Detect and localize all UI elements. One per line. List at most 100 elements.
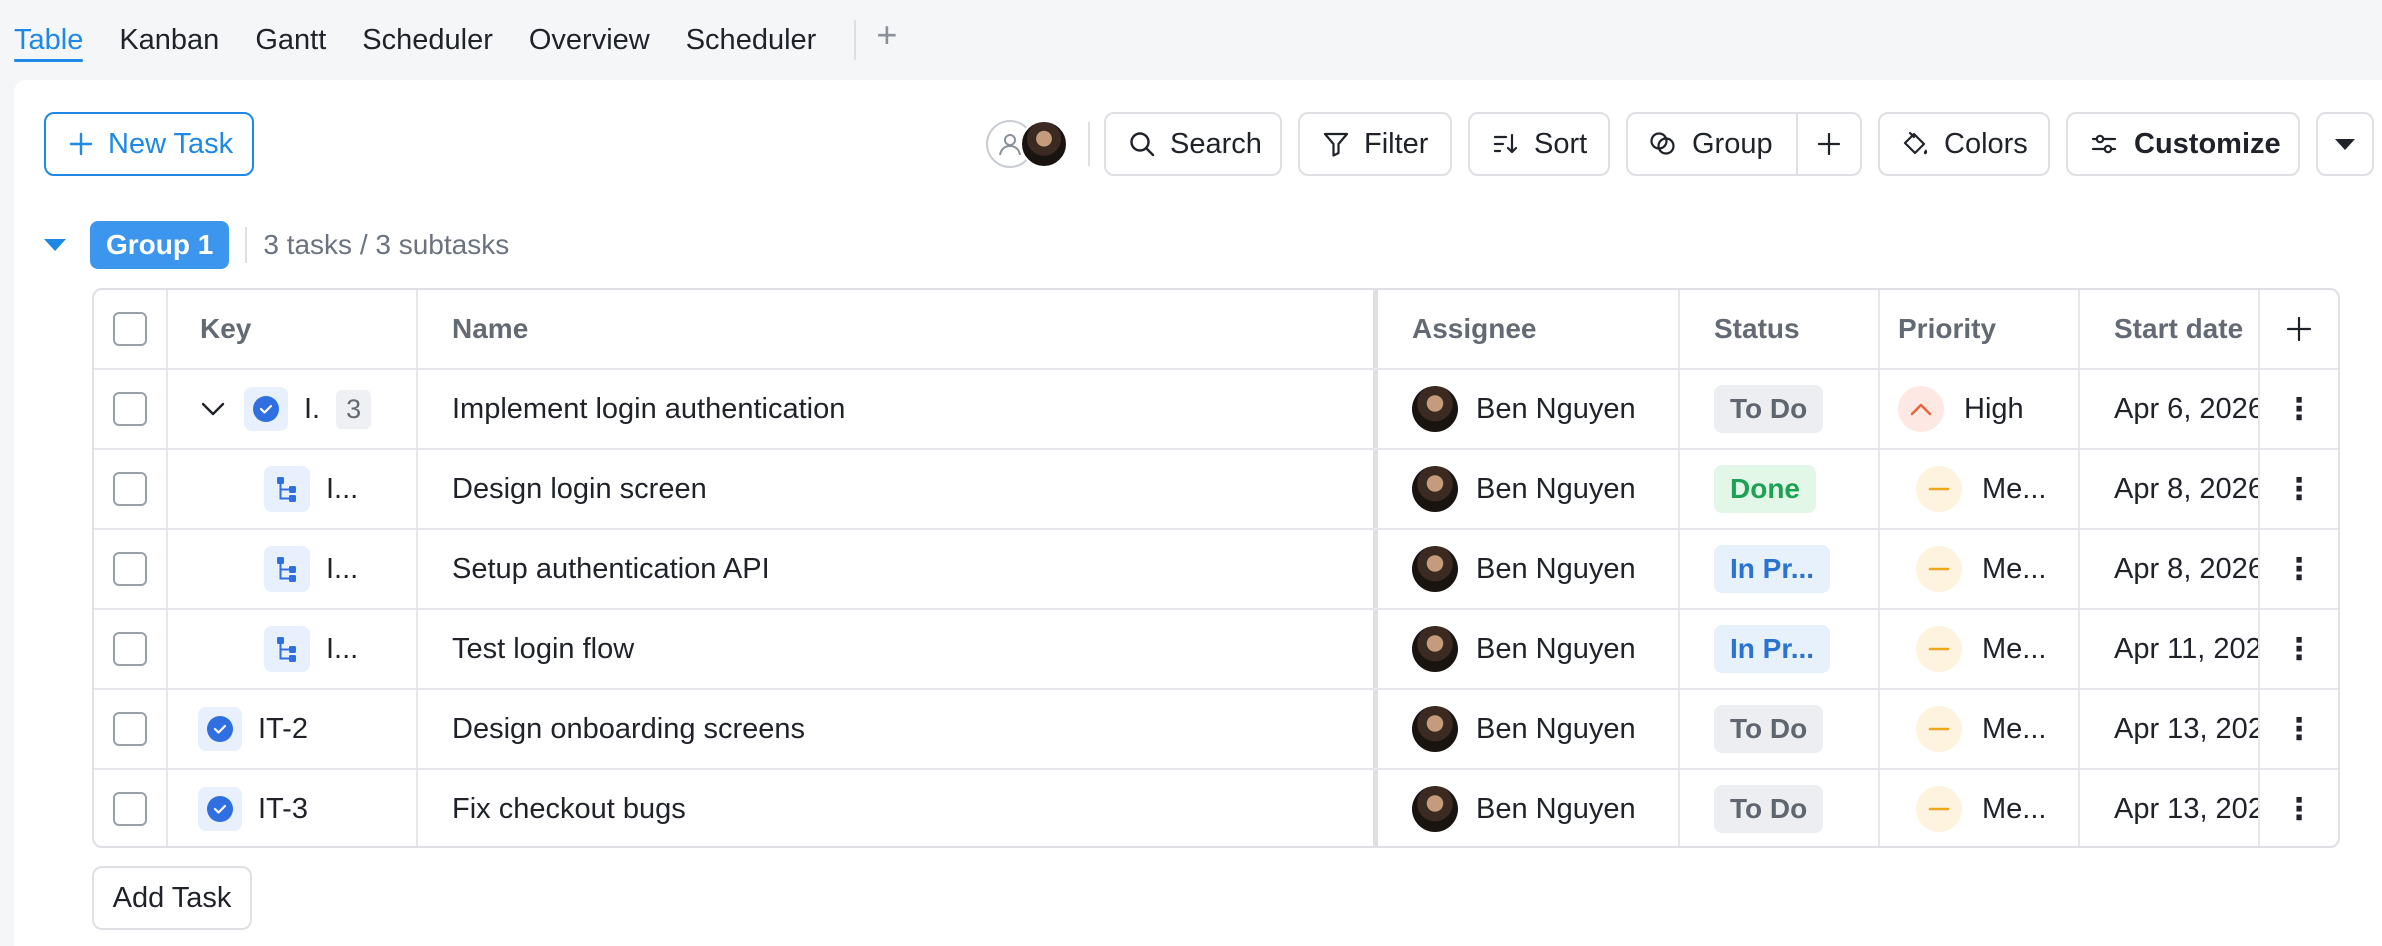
- sort-icon: [1492, 130, 1520, 158]
- task-key[interactable]: IT-2: [258, 713, 308, 746]
- status-cell[interactable]: In Pr...: [1680, 530, 1880, 608]
- row-checkbox[interactable]: [113, 392, 147, 426]
- colors-label: Colors: [1944, 127, 2028, 160]
- table-row[interactable]: I. 3 Implement login authentication Ben …: [94, 370, 2338, 450]
- priority-cell[interactable]: Me...: [1880, 770, 2080, 846]
- assignee-cell[interactable]: Ben Nguyen: [1378, 450, 1680, 528]
- start-date[interactable]: Apr 13, 202: [2080, 690, 2260, 768]
- assignee-name: Ben Nguyen: [1476, 472, 1636, 505]
- tab-gantt[interactable]: Gantt: [237, 0, 344, 66]
- start-date[interactable]: Apr 8, 2026: [2080, 530, 2260, 608]
- assignee-name: Ben Nguyen: [1476, 392, 1636, 425]
- row-checkbox[interactable]: [113, 712, 147, 746]
- row-checkbox[interactable]: [113, 472, 147, 506]
- add-group-icon[interactable]: [1796, 114, 1862, 174]
- status-badge: To Do: [1714, 705, 1824, 753]
- avatar: [1412, 546, 1458, 592]
- start-date[interactable]: Apr 13, 202: [2080, 770, 2260, 846]
- status-cell[interactable]: Done: [1680, 450, 1880, 528]
- column-header-priority[interactable]: Priority: [1880, 290, 2080, 368]
- status-cell[interactable]: To Do: [1680, 770, 1880, 846]
- table-row[interactable]: I... Test login flow Ben Nguyen In Pr...…: [94, 610, 2338, 690]
- priority-cell[interactable]: Me...: [1880, 530, 2080, 608]
- task-name[interactable]: Design onboarding screens: [418, 690, 1378, 768]
- task-key[interactable]: IT-3: [258, 793, 308, 826]
- colors-button[interactable]: Colors: [1878, 112, 2050, 176]
- column-header-assignee[interactable]: Assignee: [1378, 290, 1680, 368]
- assignee-cell[interactable]: Ben Nguyen: [1378, 770, 1680, 846]
- select-all-cell: [94, 290, 168, 368]
- group-badge[interactable]: Group 1: [90, 221, 230, 269]
- group-button[interactable]: Group: [1626, 112, 1862, 176]
- priority-cell[interactable]: Me...: [1880, 450, 2080, 528]
- column-header-status[interactable]: Status: [1680, 290, 1880, 368]
- member-avatars[interactable]: [986, 120, 1076, 170]
- table-row[interactable]: IT-2 Design onboarding screens Ben Nguye…: [94, 690, 2338, 770]
- row-more-icon[interactable]: ⋮: [2260, 530, 2338, 608]
- row-checkbox[interactable]: [113, 552, 147, 586]
- subtask-icon: [264, 466, 310, 512]
- tab-table[interactable]: Table: [14, 0, 101, 66]
- priority-cell[interactable]: Me...: [1880, 610, 2080, 688]
- add-task-button[interactable]: Add Task: [92, 866, 252, 930]
- status-cell[interactable]: To Do: [1680, 690, 1880, 768]
- select-all-checkbox[interactable]: [113, 312, 147, 346]
- assignee-cell[interactable]: Ben Nguyen: [1378, 610, 1680, 688]
- row-more-icon[interactable]: ⋮: [2260, 690, 2338, 768]
- task-key[interactable]: I...: [326, 473, 358, 506]
- new-task-button[interactable]: New Task: [44, 112, 254, 176]
- chevron-down-icon[interactable]: [200, 400, 226, 418]
- table-row[interactable]: I... Design login screen Ben Nguyen Done…: [94, 450, 2338, 530]
- row-more-icon[interactable]: ⋮: [2260, 370, 2338, 448]
- search-button[interactable]: Search: [1104, 112, 1282, 176]
- start-date[interactable]: Apr 8, 2026: [2080, 450, 2260, 528]
- sort-button[interactable]: Sort: [1468, 112, 1610, 176]
- task-key[interactable]: I.: [304, 393, 320, 426]
- customize-button[interactable]: Customize: [2066, 112, 2300, 176]
- task-key[interactable]: I...: [326, 633, 358, 666]
- row-more-icon[interactable]: ⋮: [2260, 450, 2338, 528]
- column-header-name[interactable]: Name: [418, 290, 1378, 368]
- caret-down-icon: [2333, 136, 2357, 152]
- task-name[interactable]: Design login screen: [418, 450, 1378, 528]
- key-cell: IT-2: [168, 690, 418, 768]
- tab-scheduler[interactable]: Scheduler: [344, 0, 511, 66]
- start-date[interactable]: Apr 6, 2026: [2080, 370, 2260, 448]
- priority-medium-icon: [1916, 626, 1962, 672]
- task-name[interactable]: Test login flow: [418, 610, 1378, 688]
- start-date[interactable]: Apr 11, 202: [2080, 610, 2260, 688]
- task-name[interactable]: Implement login authentication: [418, 370, 1378, 448]
- status-cell[interactable]: In Pr...: [1680, 610, 1880, 688]
- add-view-icon[interactable]: +: [870, 0, 897, 56]
- column-header-key[interactable]: Key: [168, 290, 418, 368]
- table-row[interactable]: IT-3 Fix checkout bugs Ben Nguyen To Do …: [94, 770, 2338, 846]
- task-key[interactable]: I...: [326, 553, 358, 586]
- table-row[interactable]: I... Setup authentication API Ben Nguyen…: [94, 530, 2338, 610]
- row-more-icon[interactable]: ⋮: [2260, 610, 2338, 688]
- column-header-start-date[interactable]: Start date: [2080, 290, 2260, 368]
- row-checkbox[interactable]: [113, 632, 147, 666]
- more-options-button[interactable]: [2316, 112, 2374, 176]
- row-checkbox[interactable]: [113, 792, 147, 826]
- collapse-group-icon[interactable]: [44, 239, 66, 251]
- task-name[interactable]: Fix checkout bugs: [418, 770, 1378, 846]
- status-badge: In Pr...: [1714, 625, 1831, 673]
- task-name[interactable]: Setup authentication API: [418, 530, 1378, 608]
- group-icon: [1648, 129, 1678, 159]
- assignee-cell[interactable]: Ben Nguyen: [1378, 690, 1680, 768]
- assignee-cell[interactable]: Ben Nguyen: [1378, 530, 1680, 608]
- avatar: [1412, 386, 1458, 432]
- filter-button[interactable]: Filter: [1298, 112, 1452, 176]
- status-cell[interactable]: To Do: [1680, 370, 1880, 448]
- tab-scheduler-2[interactable]: Scheduler: [668, 0, 835, 66]
- assignee-cell[interactable]: Ben Nguyen: [1378, 370, 1680, 448]
- priority-label: Me...: [1982, 712, 2047, 745]
- priority-cell[interactable]: Me...: [1880, 690, 2080, 768]
- add-column-icon[interactable]: [2260, 290, 2338, 368]
- row-check-cell: [94, 450, 168, 528]
- tab-kanban[interactable]: Kanban: [101, 0, 237, 66]
- row-check-cell: [94, 690, 168, 768]
- row-more-icon[interactable]: ⋮: [2260, 770, 2338, 846]
- priority-cell[interactable]: High: [1880, 370, 2080, 448]
- tab-overview[interactable]: Overview: [511, 0, 668, 66]
